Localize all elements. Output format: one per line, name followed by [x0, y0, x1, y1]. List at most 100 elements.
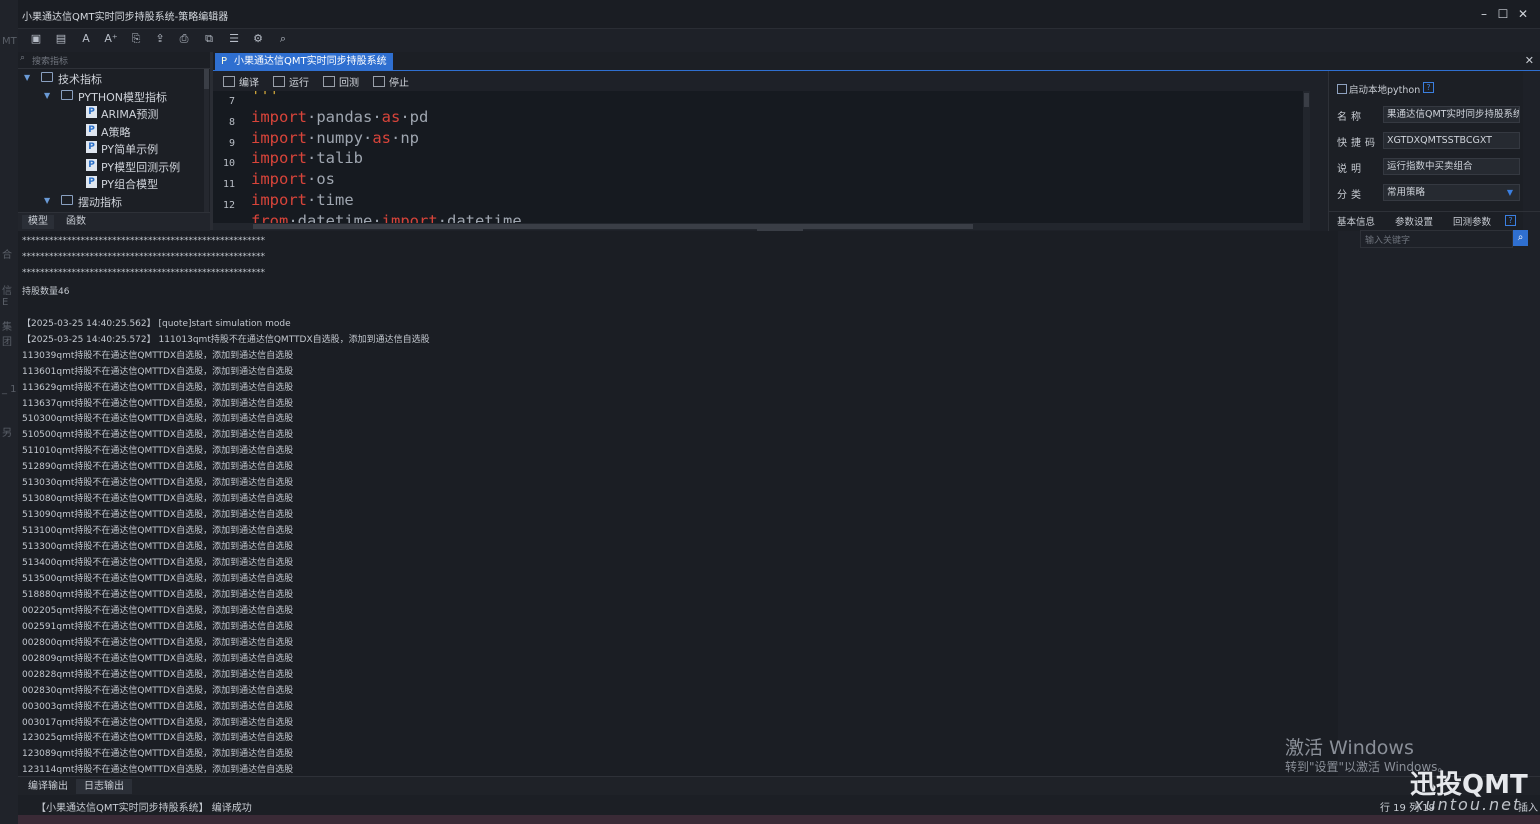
folder-icon	[61, 89, 73, 100]
tree-item[interactable]: P PY简单示例	[18, 140, 208, 157]
output-line: 518880qmt持股不在通达信QMTTDX自选股，添加到通达信自选股	[22, 589, 294, 600]
left-strip-fragment: 另	[2, 428, 12, 439]
code-line: from·datetime·import·datetime	[251, 211, 522, 223]
output-line: 003017qmt持股不在通达信QMTTDX自选股，添加到通达信自选股	[22, 717, 294, 728]
tab-log-output[interactable]: 日志输出	[76, 779, 132, 794]
folder-icon	[41, 72, 53, 82]
copy-icon[interactable]: ⧉	[201, 31, 217, 47]
tree-folder[interactable]: ▼ 技术指标	[18, 70, 208, 87]
tab-basic-info[interactable]: 基本信息	[1337, 214, 1375, 228]
local-python-checkbox[interactable]	[1337, 84, 1347, 94]
python-file-icon: P	[86, 141, 97, 153]
status-message: 【小果通达信QMT实时同步持股系统】 编译成功	[36, 803, 252, 814]
output-console[interactable]: ****************************************…	[18, 231, 1338, 776]
left-strip-fragment: _ 1	[2, 384, 17, 395]
output-line: 002830qmt持股不在通达信QMTTDX自选股，添加到通达信自选股	[22, 685, 294, 696]
output-line: 512890qmt持股不在通达信QMTTDX自选股，添加到通达信自选股	[22, 462, 294, 473]
tree-folder[interactable]: ▼ PYTHON模型指标	[18, 88, 208, 105]
tab-model[interactable]: 模型	[22, 215, 54, 229]
keyword-search-button[interactable]: ⌕	[1513, 230, 1528, 246]
name-field[interactable]: 果通达信QMT实时同步持股系统	[1383, 106, 1520, 123]
document-icon[interactable]: ⎙	[176, 31, 192, 47]
code-line: import·talib	[251, 149, 363, 168]
tab-parameters[interactable]: 参数设置	[1395, 214, 1433, 228]
import-icon[interactable]: ⎘	[128, 31, 144, 47]
output-splitter[interactable]	[757, 228, 803, 231]
search-doc-icon[interactable]: ⌕	[275, 31, 291, 47]
shortcut-field[interactable]: XGTDXQMTSSTBCGXT	[1383, 132, 1520, 149]
output-line: 【2025-03-25 14:40:25.562】 [quote]start s…	[22, 318, 291, 329]
compile-button[interactable]: 编译	[223, 74, 259, 89]
close-button[interactable]: ✕	[1514, 5, 1532, 23]
tab-compile-output[interactable]: 编译输出	[20, 779, 76, 794]
tab-function[interactable]: 函数	[60, 215, 92, 229]
main-toolbar: ▣ ▤ A A⁺ ⎘ ⇪ ⎙ ⧉ ☰ ⚙ ⌕	[18, 29, 1540, 51]
tab-backtest-params[interactable]: 回测参数	[1453, 214, 1491, 228]
category-select[interactable]: 常用策略 ▼	[1383, 184, 1520, 201]
expand-arrow-icon[interactable]: ▼	[24, 73, 30, 82]
output-line: 002828qmt持股不在通达信QMTTDX自选股，添加到通达信自选股	[22, 669, 294, 680]
settings-icon[interactable]: ⚙	[250, 31, 266, 47]
tree-label: PYTHON模型指标	[78, 90, 167, 104]
output-line: 513500qmt持股不在通达信QMTTDX自选股，添加到通达信自选股	[22, 573, 294, 584]
code-editor[interactable]: 7 8 9 10 11 12 ''' import·pandas·as·pd import·n…	[213, 91, 1303, 223]
editor-tab[interactable]: P 小果通达信QMT实时同步持股系统	[215, 53, 393, 70]
editor-tab-label: 小果通达信QMT实时同步持股系统	[234, 56, 387, 67]
status-bar: 【小果通达信QMT实时同步持股系统】 编译成功 行 19 列 19 插入	[18, 795, 1540, 815]
help-icon[interactable]: ?	[1423, 82, 1434, 93]
run-button[interactable]: 运行	[273, 74, 309, 89]
save-all-icon[interactable]: ▤	[53, 31, 69, 47]
expand-arrow-icon[interactable]: ▼	[44, 91, 50, 100]
tree-label: 摆动指标	[78, 195, 122, 209]
indicator-search[interactable]: ⌕ 搜索指标	[18, 52, 210, 69]
python-file-icon: P	[86, 176, 97, 188]
close-tab-icon[interactable]: ✕	[1525, 54, 1534, 67]
taskbar	[18, 815, 1540, 824]
python-file-icon: P	[86, 123, 97, 136]
local-python-label: 启动本地python	[1349, 85, 1421, 96]
output-line: 510500qmt持股不在通达信QMTTDX自选股，添加到通达信自选股	[22, 430, 294, 441]
properties-tabs: 基本信息 参数设置 回测参数 ?	[1329, 211, 1540, 229]
tree-item[interactable]: P A策略	[18, 123, 208, 140]
line-number: 10	[222, 158, 235, 170]
output-line: 513080qmt持股不在通达信QMTTDX自选股，添加到通达信自选股	[22, 494, 294, 505]
description-field[interactable]: 运行指数中买卖组合	[1383, 158, 1520, 175]
left-strip-fragment: 集团	[2, 322, 12, 348]
editor-tab-bar: P 小果通达信QMT实时同步持股系统 ✕	[213, 52, 1540, 71]
maximize-button[interactable]: ☐	[1494, 5, 1512, 23]
stop-button[interactable]: 停止	[373, 74, 409, 89]
tree-item[interactable]: P PY模型回测示例	[18, 158, 208, 175]
minimize-button[interactable]: –	[1475, 5, 1493, 23]
properties-panel: 启动本地python ? 名称 果通达信QMT实时同步持股系统 快捷码 XGTD…	[1328, 71, 1540, 231]
brand-url: xuntou.net	[1414, 795, 1522, 814]
run-icon	[273, 76, 285, 87]
code-line: import·pandas·as·pd	[251, 107, 429, 126]
tree-item[interactable]: P ARIMA预测	[18, 105, 208, 122]
chevron-down-icon: ▼	[1506, 188, 1513, 197]
editor-vertical-scrollbar[interactable]	[1303, 91, 1310, 223]
export-icon[interactable]: ⇪	[152, 31, 168, 47]
stop-icon	[373, 76, 385, 87]
code-line: import·time	[251, 191, 354, 209]
keyword-search-input[interactable]: 输入关键字	[1360, 230, 1513, 248]
font-increase-icon[interactable]: A⁺	[103, 31, 119, 47]
backtest-button[interactable]: 回测	[323, 74, 359, 89]
output-line: 513400qmt持股不在通达信QMTTDX自选股，添加到通达信自选股	[22, 558, 294, 568]
output-line: 511010qmt持股不在通达信QMTTDX自选股，添加到通达信自选股	[22, 446, 294, 457]
save-icon[interactable]: ▣	[28, 31, 44, 47]
line-number: 11	[222, 179, 235, 191]
output-line: 510300qmt持股不在通达信QMTTDX自选股，添加到通达信自选股	[22, 414, 294, 425]
output-tabs: 编译输出 日志输出	[18, 776, 1540, 796]
tree-label: PY简单示例	[101, 143, 159, 156]
output-line: 003003qmt持股不在通达信QMTTDX自选股，添加到通达信自选股	[22, 701, 294, 712]
tree-scrollbar[interactable]	[204, 69, 209, 212]
expand-arrow-icon[interactable]: ▼	[44, 196, 50, 205]
output-line: 持股数量46	[22, 286, 70, 297]
tree-item[interactable]: P PY组合模型	[18, 175, 208, 192]
tabs-help-icon[interactable]: ?	[1505, 215, 1516, 226]
tree-folder[interactable]: ▼ 摆动指标	[18, 193, 208, 210]
output-line: 113637qmt持股不在通达信QMTTDX自选股，添加到通达信自选股	[22, 398, 294, 409]
font-decrease-icon[interactable]: A	[78, 31, 94, 47]
list-icon[interactable]: ☰	[226, 31, 242, 47]
left-strip-fragment: MT	[2, 36, 17, 47]
